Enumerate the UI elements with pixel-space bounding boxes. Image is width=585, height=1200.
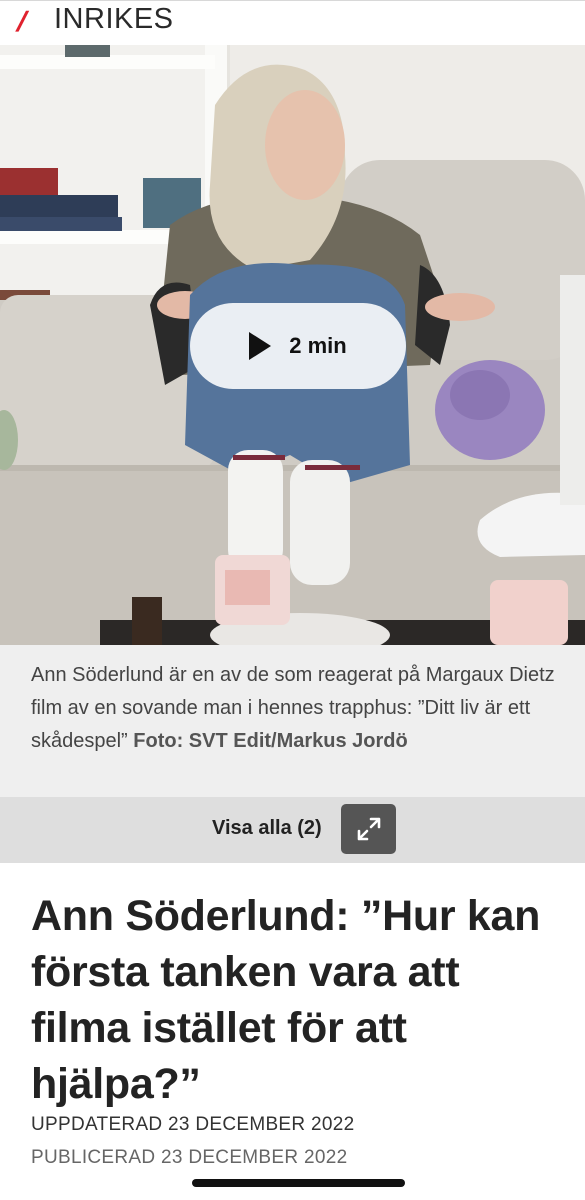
play-icon: [249, 332, 272, 360]
play-duration-label: 2 min: [289, 333, 347, 358]
published-date: PUBLICERAD 23 DECEMBER 2022: [31, 1147, 348, 1168]
home-indicator[interactable]: [192, 1179, 405, 1187]
article-headline: Ann Söderlund: ”Hur kan första tanken va…: [31, 892, 541, 1108]
expand-icon: [357, 817, 380, 841]
hero-video[interactable]: 2 min: [0, 45, 585, 645]
photo-credit: Foto: SVT Edit/Markus Jordö: [133, 730, 408, 752]
updated-date: UPPDATERAD 23 DECEMBER 2022: [31, 1114, 355, 1135]
play-video-button[interactable]: 2 min: [190, 303, 406, 389]
section-slash: /: [13, 6, 31, 37]
section-title[interactable]: INRIKES: [54, 3, 174, 36]
gallery-bar[interactable]: Visa alla (2): [0, 797, 585, 863]
section-header: / INRIKES: [0, 0, 585, 46]
expand-button[interactable]: [341, 804, 396, 854]
show-all-label[interactable]: Visa alla (2): [212, 817, 322, 840]
image-caption: Ann Söderlund är en av de som reagerat p…: [0, 645, 585, 797]
